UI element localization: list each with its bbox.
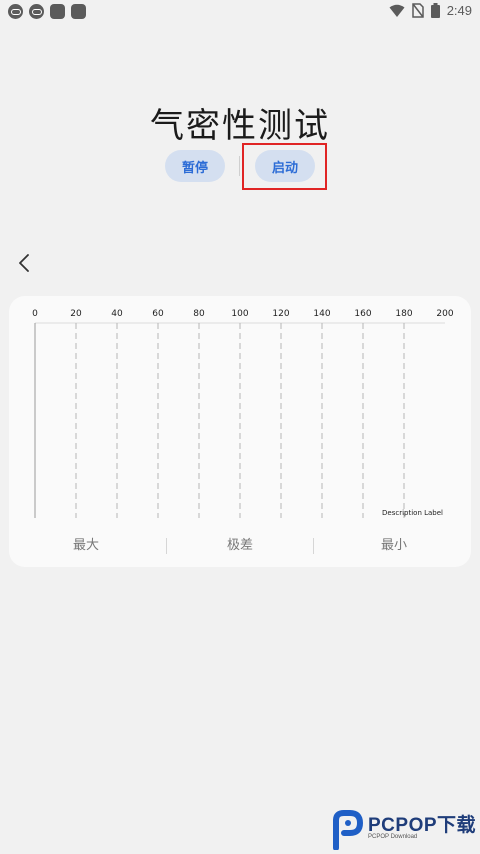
status-bar: 2:49 <box>0 0 480 24</box>
watermark-brand: PCPOP下载 <box>368 815 477 836</box>
app-notification-icon <box>29 4 44 19</box>
app-notification-icon <box>8 4 23 19</box>
stat-max: 最大 <box>72 538 99 553</box>
button-divider <box>239 156 240 176</box>
x-tick-label: 80 <box>193 309 205 319</box>
x-tick-label: 40 <box>111 309 123 319</box>
pcpop-logo-icon <box>333 810 364 850</box>
x-tick-label: 200 <box>436 309 453 319</box>
notification-icons <box>8 4 86 19</box>
page-title: 气密性测试 <box>150 106 330 146</box>
x-tick-label: 20 <box>70 309 82 319</box>
app-notification-icon <box>71 4 86 19</box>
stat-divider <box>166 538 167 554</box>
clock: 2:49 <box>446 3 472 18</box>
x-tick-label: 100 <box>231 309 248 319</box>
description-label: Description Label <box>382 509 443 517</box>
x-tick-label: 160 <box>354 309 371 319</box>
stat-divider <box>313 538 314 554</box>
system-indicators: 2:49 <box>389 3 472 18</box>
pressure-chart: 0 20 40 60 80 100 120 140 160 180 200 Description L… <box>32 309 454 518</box>
chart-card: 0 20 40 60 80 100 120 140 160 180 200 Description L… <box>9 296 471 567</box>
watermark: PCPOP下载 PCPOP Download <box>330 808 480 854</box>
x-tick-label: 140 <box>313 309 330 319</box>
x-tick-label: 120 <box>272 309 289 319</box>
battery-icon <box>430 3 440 18</box>
pause-button[interactable]: 暂停 <box>165 150 225 182</box>
wifi-icon <box>389 4 405 17</box>
start-button-highlight <box>242 143 327 190</box>
x-tick-label: 180 <box>395 309 412 319</box>
stat-min: 最小 <box>380 538 407 553</box>
no-sim-icon <box>411 3 424 18</box>
x-tick-label: 0 <box>32 309 38 319</box>
watermark-sub: PCPOP Download <box>368 834 418 840</box>
stats-row: 最大 极差 最小 <box>9 536 471 556</box>
back-chevron-icon[interactable] <box>14 250 38 276</box>
app-notification-icon <box>50 4 65 19</box>
stat-range: 极差 <box>226 538 253 553</box>
x-tick-label: 60 <box>152 309 164 319</box>
